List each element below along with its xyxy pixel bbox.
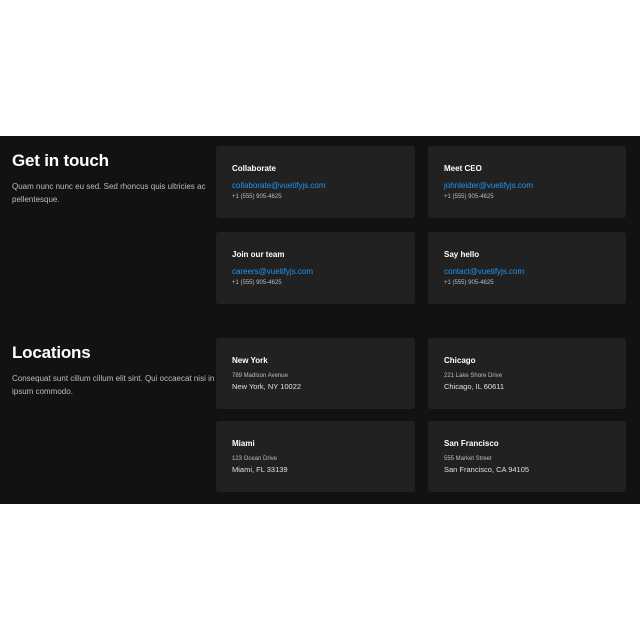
phone-number: +1 (555) 905-4625 [444, 194, 494, 200]
email-link[interactable]: careers@vuetifyjs.com [232, 266, 313, 277]
city-address: Chicago, IL 60611 [444, 382, 505, 391]
locations-intro: Locations Consequat sunt cillum cillum e… [12, 342, 217, 398]
contact-card-say-hello: Say hello contact@vuetifyjs.com +1 (555)… [428, 232, 626, 304]
card-title: San Francisco [444, 439, 499, 448]
locations-description: Consequat sunt cillum cillum elit sint. … [12, 374, 215, 396]
card-title: Join our team [232, 250, 285, 259]
contact-heading: Get in touch [12, 151, 109, 170]
location-card-miami: Miami 123 Ocean Drive Miami, FL 33139 [216, 421, 415, 492]
phone-number: +1 (555) 905-4625 [232, 280, 282, 286]
street-address: 221 Lake Shore Drive [444, 373, 503, 379]
email-link[interactable]: collaborate@vuetifyjs.com [232, 180, 326, 191]
street-address: 555 Market Street [444, 456, 492, 462]
card-title: Say hello [444, 250, 480, 259]
contact-intro: Get in touch Quam nunc nunc eu sed. Sed … [12, 150, 217, 206]
card-title: Chicago [444, 356, 476, 365]
email-link[interactable]: contact@vuetifyjs.com [444, 266, 524, 277]
city-address: Miami, FL 33139 [232, 465, 288, 474]
card-title: Meet CEO [444, 164, 482, 173]
card-title: Collaborate [232, 164, 277, 173]
location-card-san-francisco: San Francisco 555 Market Street San Fran… [428, 421, 626, 492]
contact-card-meet-ceo: Meet CEO johnleider@vuetifyjs.com +1 (55… [428, 146, 626, 218]
contact-card-collaborate: Collaborate collaborate@vuetifyjs.com +1… [216, 146, 415, 218]
phone-number: +1 (555) 905-4625 [232, 194, 282, 200]
city-address: New York, NY 10022 [232, 382, 302, 391]
location-card-new-york: New York 789 Madison Avenue New York, NY… [216, 338, 415, 409]
street-address: 789 Madison Avenue [232, 373, 288, 379]
locations-heading: Locations [12, 343, 91, 362]
location-card-chicago: Chicago 221 Lake Shore Drive Chicago, IL… [428, 338, 626, 409]
phone-number: +1 (555) 905-4625 [444, 280, 494, 286]
email-link[interactable]: johnleider@vuetifyjs.com [444, 180, 533, 191]
city-address: San Francisco, CA 94105 [444, 465, 530, 474]
card-title: New York [232, 356, 268, 365]
card-title: Miami [232, 439, 255, 448]
contact-description: Quam nunc nunc eu sed. Sed rhoncus quis … [12, 182, 206, 204]
contact-card-join-team: Join our team careers@vuetifyjs.com +1 (… [216, 232, 415, 304]
street-address: 123 Ocean Drive [232, 456, 278, 462]
